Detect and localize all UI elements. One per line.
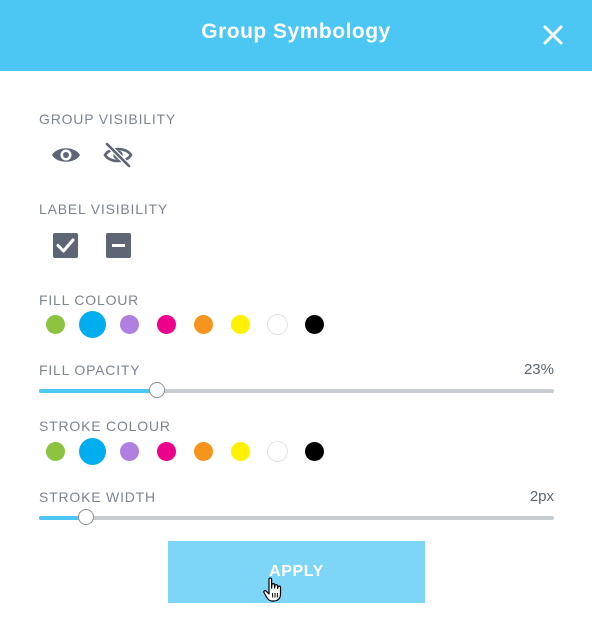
stroke-width-slider-thumb[interactable] <box>77 509 94 525</box>
stroke-colour-swatch[interactable] <box>304 441 324 461</box>
group-visibility-label: GROUP VISIBILITY <box>39 111 177 127</box>
stroke-colour-label: STROKE COLOUR <box>39 418 171 434</box>
fill-colour-swatch[interactable] <box>193 314 213 334</box>
stroke-colour-swatch[interactable] <box>45 441 65 461</box>
fill-colour-swatch[interactable] <box>156 314 176 334</box>
checkbox-indeterminate-icon[interactable] <box>106 233 131 258</box>
dialog-header: Group Symbology <box>0 0 592 71</box>
stroke-colour-swatch-selected[interactable] <box>78 437 106 465</box>
stroke-colour-swatch[interactable] <box>230 441 250 461</box>
fill-colour-swatch-selected[interactable] <box>78 310 106 338</box>
fill-colour-swatch[interactable] <box>45 314 65 334</box>
hand-cursor-icon <box>263 577 282 602</box>
fill-opacity-slider-thumb[interactable] <box>149 382 166 398</box>
stroke-width-slider[interactable] <box>39 509 554 525</box>
stroke-colour-swatch[interactable] <box>267 441 287 461</box>
close-icon[interactable] <box>536 18 570 52</box>
eye-off-icon[interactable] <box>102 141 134 169</box>
fill-opacity-value: 23% <box>523 361 554 378</box>
fill-colour-swatch[interactable] <box>119 314 139 334</box>
stroke-width-value: 2px <box>529 488 554 505</box>
fill-colour-swatch[interactable] <box>230 314 250 334</box>
fill-opacity-slider[interactable] <box>39 382 554 398</box>
stroke-colour-swatch[interactable] <box>193 441 213 461</box>
fill-colour-label: FILL COLOUR <box>39 292 140 308</box>
dialog-title: Group Symbology <box>201 20 391 43</box>
stroke-colour-swatch[interactable] <box>119 441 139 461</box>
eye-icon[interactable] <box>50 141 82 169</box>
fill-colour-swatch[interactable] <box>267 314 287 334</box>
apply-button[interactable]: APPLY <box>168 541 425 603</box>
label-visibility-label: LABEL VISIBILITY <box>39 201 169 217</box>
stroke-colour-swatch[interactable] <box>156 441 176 461</box>
fill-opacity-slider-fill <box>39 389 158 393</box>
stroke-width-label: STROKE WIDTH <box>39 489 156 505</box>
fill-opacity-label: FILL OPACITY <box>39 362 141 378</box>
fill-colour-swatch[interactable] <box>304 314 324 334</box>
checkbox-checked-icon[interactable] <box>53 233 78 258</box>
